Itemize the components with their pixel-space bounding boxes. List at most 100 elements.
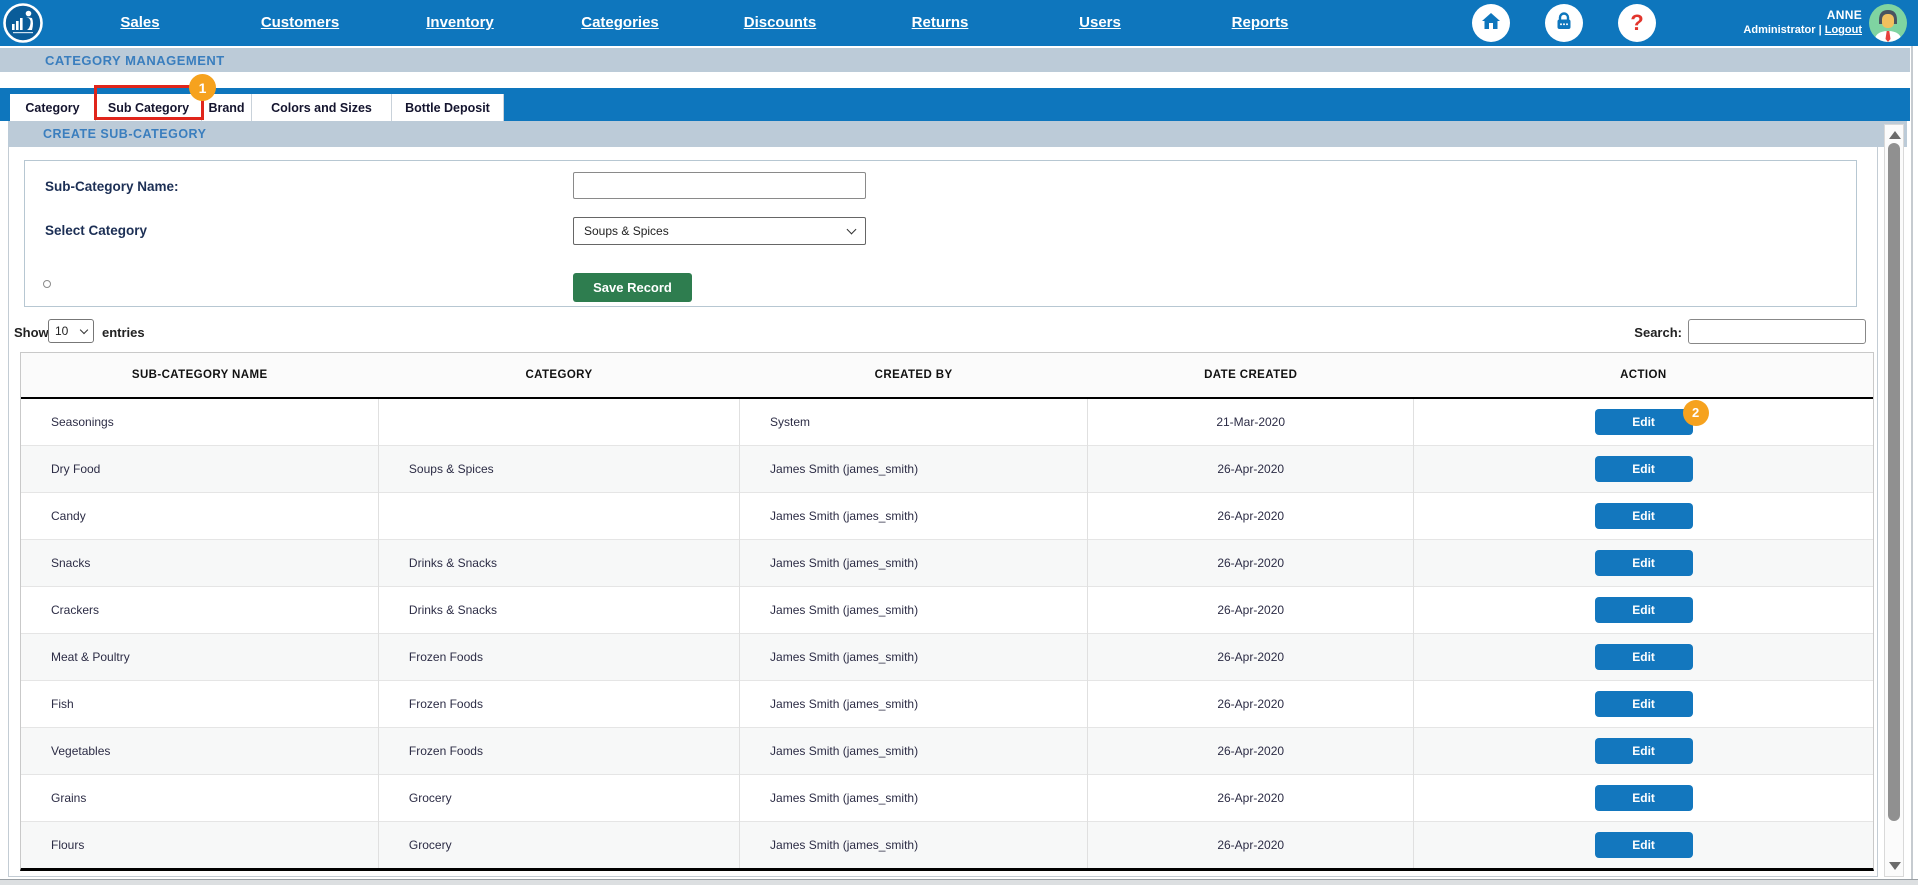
cell-created-by: James Smith (james_smith): [740, 774, 1088, 821]
tab-sub-category[interactable]: Sub Category: [96, 94, 202, 121]
logout-link[interactable]: Logout: [1825, 24, 1862, 36]
cell-created-by: James Smith (james_smith): [740, 821, 1088, 868]
category-select-value: Soups & Spices: [584, 224, 669, 238]
edit-button[interactable]: Edit: [1595, 644, 1693, 670]
scroll-up-arrow[interactable]: [1889, 131, 1901, 139]
tab-bottle-deposit[interactable]: Bottle Deposit: [392, 94, 504, 121]
edit-button[interactable]: Edit: [1595, 550, 1693, 576]
breadcrumb-band: CATEGORY MANAGEMENT: [0, 48, 1910, 72]
cell-subcategory-name: Candy: [21, 492, 378, 539]
cell-action: Edit: [1414, 633, 1873, 680]
edit-button[interactable]: Edit: [1595, 597, 1693, 623]
edit-button[interactable]: Edit: [1595, 409, 1693, 435]
lock-button[interactable]: [1545, 4, 1583, 42]
cell-subcategory-name: Dry Food: [21, 445, 378, 492]
column-header-action[interactable]: ACTION: [1414, 353, 1873, 398]
nav-item-returns[interactable]: Returns: [860, 0, 1020, 46]
edit-button[interactable]: Edit: [1595, 832, 1693, 858]
nav-item-users[interactable]: Users: [1020, 0, 1180, 46]
column-header-sub-category-name[interactable]: SUB-CATEGORY NAME: [21, 353, 378, 398]
tab-colors-and-sizes[interactable]: Colors and Sizes: [252, 94, 392, 121]
scroll-down-arrow[interactable]: [1889, 862, 1901, 870]
subcategory-name-label: Sub-Category Name:: [45, 179, 179, 194]
cell-action: Edit: [1414, 821, 1873, 868]
cell-date-created: 26-Apr-2020: [1088, 445, 1414, 492]
home-button[interactable]: [1472, 4, 1510, 42]
home-icon: [1480, 10, 1502, 37]
page-size-value: 10: [55, 324, 68, 338]
window-right-border: [1911, 46, 1913, 879]
search-input[interactable]: [1688, 319, 1866, 344]
table-row: Dry FoodSoups & SpicesJames Smith (james…: [21, 445, 1873, 492]
cell-created-by: James Smith (james_smith): [740, 539, 1088, 586]
table-row: CandyJames Smith (james_smith)26-Apr-202…: [21, 492, 1873, 539]
nav-item-reports[interactable]: Reports: [1180, 0, 1340, 46]
loading-dot: [43, 280, 51, 288]
cell-category: Grocery: [378, 774, 739, 821]
user-role: Administrator: [1743, 24, 1815, 36]
cell-date-created: 26-Apr-2020: [1088, 774, 1414, 821]
table-row: SnacksDrinks & SnacksJames Smith (james_…: [21, 539, 1873, 586]
breadcrumb: CATEGORY MANAGEMENT: [45, 53, 225, 68]
help-button[interactable]: ?: [1618, 4, 1656, 42]
nav-item-sales[interactable]: Sales: [60, 0, 220, 46]
app-logo[interactable]: [3, 3, 43, 43]
annotation-callout-2: 2: [1683, 400, 1709, 426]
section-title: CREATE SUB-CATEGORY: [43, 127, 206, 141]
show-label: Show: [14, 325, 49, 340]
chevron-down-icon: [847, 225, 857, 235]
edit-button[interactable]: Edit: [1595, 738, 1693, 764]
table-row: FloursGroceryJames Smith (james_smith)26…: [21, 821, 1873, 868]
cell-category: [378, 492, 739, 539]
edit-button[interactable]: Edit: [1595, 785, 1693, 811]
cell-date-created: 26-Apr-2020: [1088, 539, 1414, 586]
category-select[interactable]: Soups & Spices: [573, 217, 866, 245]
annotation-callout-1: 1: [189, 74, 216, 101]
scrollbar-thumb[interactable]: [1888, 143, 1900, 821]
cell-created-by: James Smith (james_smith): [740, 727, 1088, 774]
column-header-date-created[interactable]: DATE CREATED: [1088, 353, 1414, 398]
edit-button[interactable]: Edit: [1595, 456, 1693, 482]
page-size-select[interactable]: 10: [48, 319, 94, 343]
cell-action: Edit: [1414, 586, 1873, 633]
create-subcategory-form: Sub-Category Name: Select Category Soups…: [24, 160, 1857, 307]
column-header-created-by[interactable]: CREATED BY: [740, 353, 1088, 398]
cell-category: [378, 398, 739, 445]
save-record-button[interactable]: Save Record: [573, 273, 692, 302]
nav-item-discounts[interactable]: Discounts: [700, 0, 860, 46]
column-header-category[interactable]: CATEGORY: [378, 353, 739, 398]
cell-subcategory-name: Vegetables: [21, 727, 378, 774]
search-label: Search:: [1634, 325, 1682, 340]
cell-action: Edit: [1414, 680, 1873, 727]
cell-action: Edit2: [1414, 398, 1873, 445]
nav-item-categories[interactable]: Categories: [540, 0, 700, 46]
cell-date-created: 26-Apr-2020: [1088, 586, 1414, 633]
cell-action: Edit: [1414, 492, 1873, 539]
cell-created-by: James Smith (james_smith): [740, 680, 1088, 727]
cell-created-by: James Smith (james_smith): [740, 492, 1088, 539]
cell-subcategory-name: Fish: [21, 680, 378, 727]
cell-created-by: James Smith (james_smith): [740, 586, 1088, 633]
nav-item-inventory[interactable]: Inventory: [380, 0, 540, 46]
cell-action: Edit: [1414, 445, 1873, 492]
edit-button[interactable]: Edit: [1595, 691, 1693, 717]
edit-button[interactable]: Edit: [1595, 503, 1693, 529]
cell-created-by: James Smith (james_smith): [740, 445, 1088, 492]
main-menu: SalesCustomersInventoryCategoriesDiscoun…: [60, 0, 1340, 46]
window-bottom-edge: [0, 879, 1918, 885]
section-header: CREATE SUB-CATEGORY: [8, 121, 1907, 147]
avatar[interactable]: [1869, 4, 1907, 42]
cell-category: Drinks & Snacks: [378, 539, 739, 586]
subcategory-name-input[interactable]: [573, 172, 866, 199]
tab-bar: CategorySub CategoryBrandColors and Size…: [10, 94, 504, 121]
cell-action: Edit: [1414, 774, 1873, 821]
cell-action: Edit: [1414, 727, 1873, 774]
cell-date-created: 26-Apr-2020: [1088, 680, 1414, 727]
nav-item-customers[interactable]: Customers: [220, 0, 380, 46]
help-icon: ?: [1630, 10, 1643, 36]
tab-category[interactable]: Category: [10, 94, 96, 121]
vertical-scrollbar[interactable]: [1884, 124, 1904, 877]
cell-category: Frozen Foods: [378, 727, 739, 774]
table-row: VegetablesFrozen FoodsJames Smith (james…: [21, 727, 1873, 774]
select-category-label: Select Category: [45, 223, 147, 238]
